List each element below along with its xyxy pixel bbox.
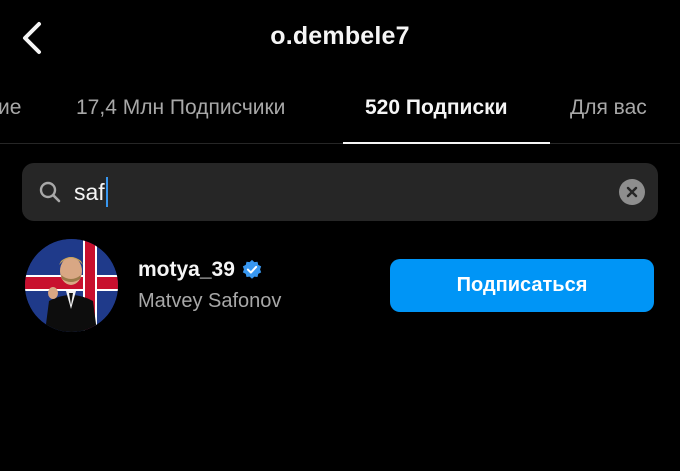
tab-followers[interactable]: 17,4 Млн Подписчики — [76, 96, 285, 120]
tab-for-you[interactable]: Для вас — [570, 96, 647, 120]
list-item[interactable]: motya_39 Matvey Safonov Подписаться — [0, 236, 680, 334]
search-input[interactable]: saf — [74, 177, 108, 207]
top-bar: o.dembele7 — [0, 0, 680, 78]
full-name: Matvey Safonov — [138, 290, 282, 312]
search-input-value: saf — [74, 179, 105, 205]
active-tab-indicator — [343, 142, 550, 144]
tab-subscriptions-overlap[interactable]: ие — [0, 96, 21, 120]
close-icon — [626, 186, 638, 198]
username-group[interactable]: motya_39 — [138, 258, 263, 282]
follow-button[interactable]: Подписаться — [390, 259, 654, 312]
page-title: o.dembele7 — [270, 22, 410, 50]
tab-following[interactable]: 520 Подписки — [365, 96, 508, 120]
tab-bar: ие 17,4 Млн Подписчики 520 Подписки Для … — [0, 78, 680, 144]
text-cursor — [105, 177, 108, 207]
search-icon — [39, 181, 61, 203]
username[interactable]: motya_39 — [138, 258, 235, 282]
clear-search-button[interactable] — [619, 179, 645, 205]
search-bar[interactable]: saf — [22, 163, 658, 221]
verified-badge-icon — [242, 259, 262, 279]
avatar[interactable] — [25, 239, 118, 332]
avatar-image — [25, 239, 118, 332]
